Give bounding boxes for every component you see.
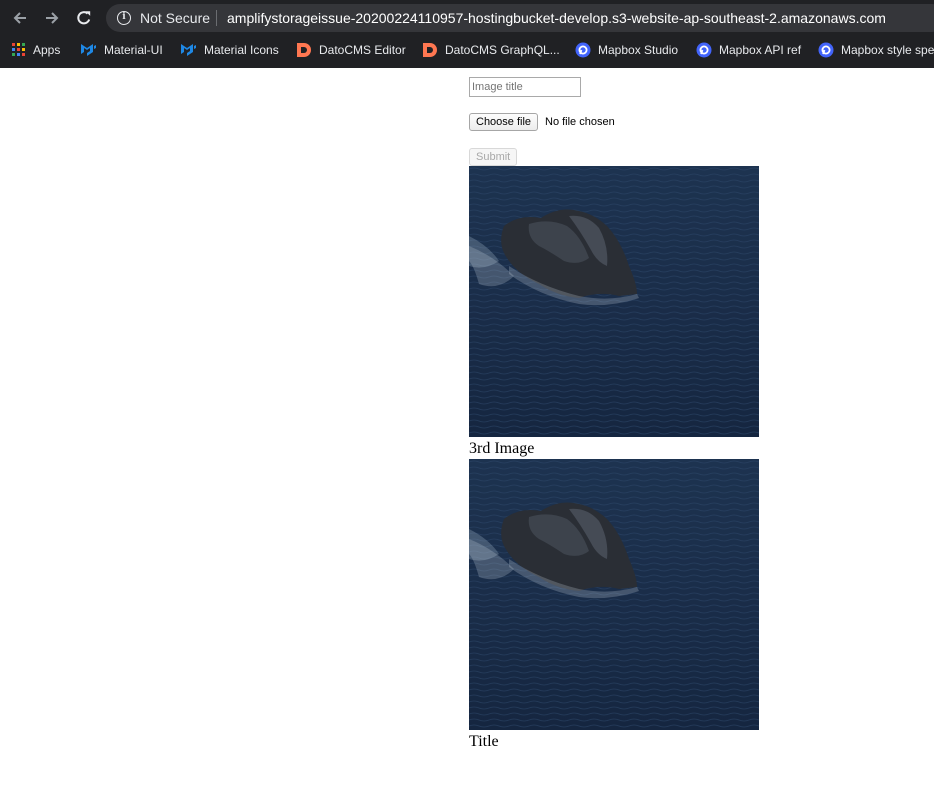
image-caption: Title <box>469 733 499 750</box>
bookmark-datocms-editor[interactable]: DatoCMS Editor <box>296 41 406 59</box>
bookmark-label: Material Icons <box>204 43 279 57</box>
bookmark-material-ui[interactable]: Material-UI <box>80 41 163 59</box>
uploaded-image <box>469 459 759 730</box>
address-separator <box>216 10 217 26</box>
bookmark-mapbox-style-spec[interactable]: Mapbox style spe <box>818 41 934 59</box>
file-status-text: No file chosen <box>545 116 615 128</box>
material-ui-icon <box>80 43 97 57</box>
security-label[interactable]: Not Secure <box>140 10 210 26</box>
bookmark-label: Material-UI <box>104 43 163 57</box>
bookmark-material-icons[interactable]: Material Icons <box>180 41 279 59</box>
forward-button[interactable] <box>41 7 63 29</box>
bookmark-mapbox-api-ref[interactable]: Mapbox API ref <box>696 41 801 59</box>
browser-chrome: i Not Secure amplifystorageissue-2020022… <box>0 0 934 68</box>
bookmark-mapbox-studio[interactable]: Mapbox Studio <box>575 41 678 59</box>
datocms-icon <box>422 42 438 58</box>
address-bar[interactable]: i Not Secure amplifystorageissue-2020022… <box>106 4 934 32</box>
bookmark-label: Mapbox API ref <box>719 43 802 57</box>
apps-grid-icon <box>12 43 26 57</box>
bookmark-apps[interactable]: Apps <box>12 41 60 59</box>
bookmark-label: Apps <box>33 43 61 57</box>
material-ui-icon <box>180 43 197 57</box>
mapbox-icon <box>575 42 591 58</box>
bookmark-label: DatoCMS Editor <box>319 43 406 57</box>
choose-file-button[interactable]: Choose file <box>469 113 539 131</box>
page-content: Choose file No file chosen Submit <box>0 68 934 802</box>
bookmark-label: DatoCMS GraphQL... <box>445 43 560 57</box>
url-text[interactable]: amplifystorageissue-20200224110957-hosti… <box>227 10 886 26</box>
arrow-right-icon <box>46 12 59 24</box>
bookmark-datocms-graphql[interactable]: DatoCMS GraphQL... <box>422 41 560 59</box>
back-button[interactable] <box>9 7 31 29</box>
mapbox-icon <box>818 42 834 58</box>
reload-icon <box>77 11 91 25</box>
bookmark-label: Mapbox style spe <box>841 43 934 57</box>
bookmarks-bar: Apps Material-UI Material Icons DatoCMS … <box>0 37 934 63</box>
submit-button[interactable]: Submit <box>469 148 518 166</box>
info-icon[interactable]: i <box>117 11 131 25</box>
mapbox-icon <box>696 42 712 58</box>
image-caption: 3rd Image <box>469 440 535 457</box>
image-title-input[interactable] <box>469 77 581 97</box>
uploaded-image <box>469 166 759 437</box>
bookmark-label: Mapbox Studio <box>598 43 679 57</box>
datocms-icon <box>296 42 312 58</box>
arrow-left-icon <box>13 12 26 24</box>
reload-button[interactable] <box>73 7 95 29</box>
